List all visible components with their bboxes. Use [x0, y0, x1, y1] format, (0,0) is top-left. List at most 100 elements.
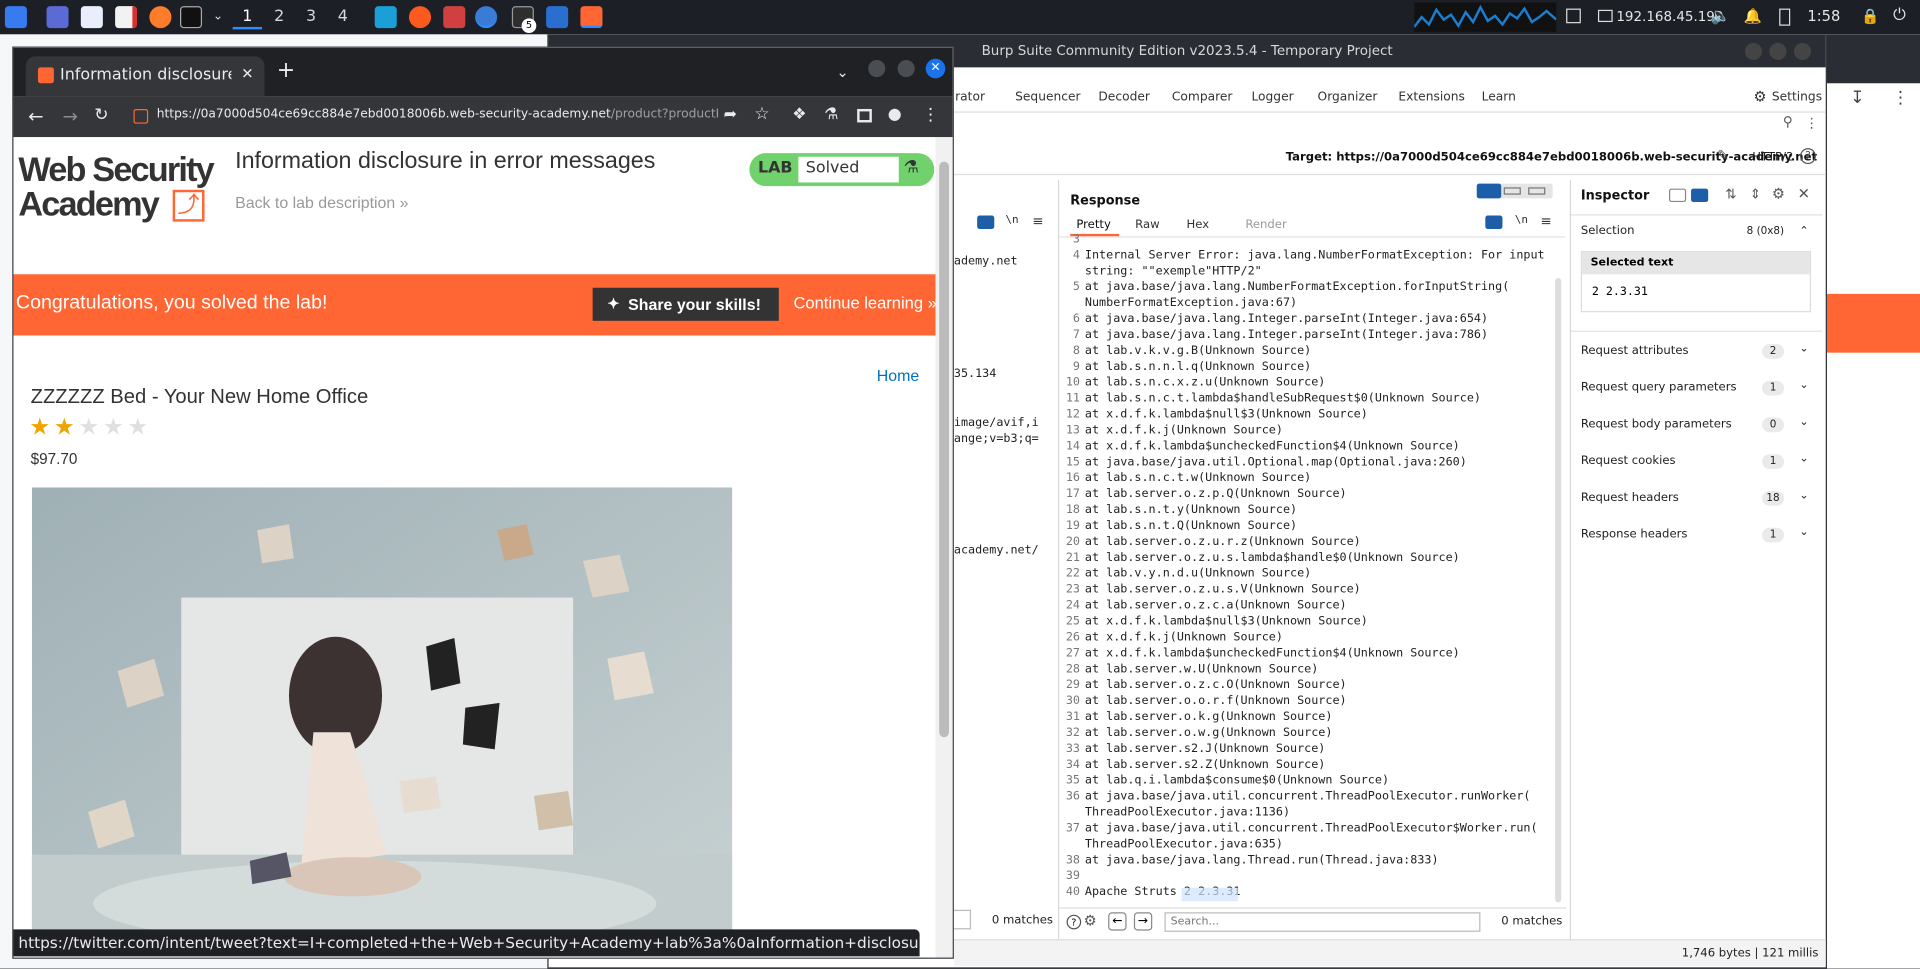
chevron-down-icon[interactable]: ⌄ — [1799, 334, 1808, 363]
gear-icon[interactable]: ⚙ — [1772, 185, 1785, 202]
selection-section[interactable]: Selection 8 (0x8) ⌃ — [1581, 217, 1811, 246]
tab-raw[interactable]: Raw — [1135, 218, 1159, 231]
request-search-input[interactable] — [953, 909, 972, 930]
share-icon[interactable]: ➦ — [724, 105, 737, 123]
chevron-down-icon[interactable]: ⌄ — [1799, 444, 1808, 473]
share-skills-button[interactable]: ✦ Share your skills! — [592, 287, 779, 321]
tab-search-icon[interactable]: ⌄ — [836, 64, 848, 81]
new-tab-button[interactable]: + — [277, 59, 295, 82]
kali-menu-icon[interactable] — [4, 6, 27, 29]
edit-icon[interactable]: ✎ — [1717, 147, 1729, 164]
text-editor-icon[interactable] — [115, 6, 138, 29]
remote-taskbar-icon[interactable] — [546, 6, 569, 29]
firefox-icon[interactable] — [149, 6, 172, 29]
tab-hex[interactable]: Hex — [1187, 218, 1210, 231]
burp-orange-taskbar-icon[interactable] — [580, 6, 603, 29]
search-icon[interactable]: ⚲ — [1783, 114, 1793, 130]
gear-icon[interactable]: ⚙ — [1753, 88, 1766, 105]
request-cookies-row[interactable]: Request cookies 1 ⌄ — [1581, 447, 1811, 476]
expand-icon[interactable]: ⇅ — [1725, 186, 1736, 202]
wsa-logo[interactable]: Web Security Academy ⤴ — [18, 152, 226, 226]
lock-icon[interactable]: 🔒 — [1861, 7, 1879, 24]
maximize-button[interactable] — [1769, 42, 1787, 61]
workspace-4[interactable]: 4 — [328, 5, 357, 29]
menu-icon[interactable]: ≡ — [1032, 213, 1043, 229]
tab-learn[interactable]: Learn — [1482, 91, 1516, 104]
firefox-taskbar-icon[interactable] — [408, 6, 432, 29]
list-view-icon[interactable] — [1668, 188, 1687, 203]
tab-render[interactable]: Render — [1245, 218, 1286, 231]
home-link[interactable]: Home — [877, 366, 919, 384]
request-attributes-row[interactable]: Request attributes 2 ⌄ — [1581, 337, 1811, 366]
lab-extension-icon[interactable]: ⚗ — [824, 105, 838, 123]
bookmark-star-icon[interactable]: ☆ — [754, 104, 769, 124]
chevron-down-icon[interactable]: ⌄ — [1799, 371, 1808, 400]
chrome-taskbar-icon[interactable] — [475, 6, 498, 29]
request-body-parameters-row[interactable]: Request body parameters 0 ⌄ — [1581, 410, 1811, 439]
download-icon[interactable]: ↧ — [1850, 88, 1864, 108]
response-headers-row[interactable]: Response headers 1 ⌄ — [1581, 520, 1811, 549]
page-scrollbar-track[interactable] — [935, 137, 953, 958]
browser-tab[interactable]: Information disclosure in e ✕ — [25, 56, 265, 97]
chevron-down-icon[interactable]: ⌄ — [1799, 518, 1808, 547]
request-headers-row[interactable]: Request headers 18 ⌄ — [1581, 484, 1811, 513]
burp-taskbar-icon[interactable] — [374, 6, 397, 29]
app-taskbar-icon[interactable] — [443, 6, 466, 29]
address-bar[interactable]: https://0a7000d504ce69cc884e7ebd0018006b… — [157, 108, 720, 121]
workspace-1[interactable]: 1 — [232, 5, 263, 30]
workspace-3[interactable]: 3 — [296, 5, 325, 29]
page-scrollbar-thumb[interactable] — [939, 161, 949, 738]
pretty-icon[interactable] — [1485, 215, 1503, 229]
file-manager-icon[interactable] — [80, 6, 103, 29]
more-icon[interactable]: ⋮ — [1805, 115, 1818, 131]
response-search-input[interactable] — [1164, 912, 1481, 932]
response-scrollbar[interactable] — [1555, 277, 1562, 903]
close-button[interactable] — [1793, 42, 1812, 61]
minimize-button[interactable] — [1744, 42, 1763, 61]
chevron-down-icon[interactable]: ⌄ — [1799, 481, 1808, 510]
settings-button[interactable]: Settings — [1772, 91, 1822, 104]
tab-organizer[interactable]: Organizer — [1318, 91, 1378, 104]
help-icon[interactable]: ? — [1066, 914, 1082, 930]
chevron-up-icon[interactable]: ⌃ — [1799, 217, 1808, 246]
window-icon[interactable] — [1566, 8, 1581, 24]
menu-icon[interactable]: ≡ — [1540, 213, 1551, 229]
selected-text-value[interactable]: 2 2.3.31 — [1592, 285, 1648, 298]
close-icon[interactable]: ✕ — [1798, 185, 1810, 202]
close-button[interactable]: ✕ — [925, 58, 946, 79]
gear-icon[interactable]: ⚙ — [1084, 912, 1097, 929]
tab-pretty[interactable]: Pretty — [1076, 218, 1111, 231]
power-icon[interactable]: ⏻ — [1893, 6, 1906, 24]
extensions-icon[interactable]: ❖ — [792, 105, 806, 123]
tab-extensions[interactable]: Extensions — [1398, 91, 1465, 104]
continue-learning-link[interactable]: Continue learning » — [793, 294, 935, 312]
forward-icon[interactable]: → — [62, 105, 77, 127]
tab-logger[interactable]: Logger — [1251, 91, 1293, 104]
tab-sequencer[interactable]: Sequencer — [1015, 91, 1080, 104]
tab-decoder[interactable]: Decoder — [1098, 91, 1150, 104]
chrome-menu-icon[interactable]: ⋮ — [922, 105, 939, 125]
side-panel-icon[interactable] — [857, 108, 872, 123]
tab-comparer[interactable]: Comparer — [1172, 91, 1233, 104]
panel-view-icon[interactable] — [1691, 188, 1709, 203]
more-icon[interactable]: ⋮ — [1892, 88, 1909, 108]
help-icon[interactable]: ? — [1800, 148, 1816, 165]
maximize-button[interactable] — [897, 60, 915, 78]
collapse-icon[interactable]: ⇕ — [1750, 186, 1761, 202]
workspace-2[interactable]: 2 — [264, 5, 293, 29]
newline-toggle[interactable]: \n — [1515, 214, 1528, 226]
minimize-button[interactable] — [868, 60, 886, 78]
close-tab-icon[interactable]: ✕ — [241, 65, 253, 82]
response-body[interactable]: 3 4 Internal Server Error: java.lang.Numb… — [1059, 231, 1554, 902]
show-desktop-icon[interactable] — [46, 6, 69, 29]
pretty-icon[interactable] — [977, 215, 995, 229]
next-match-button[interactable]: → — [1133, 912, 1153, 931]
tab-intruder[interactable]: rator — [955, 91, 985, 104]
bell-icon[interactable]: 🔔 — [1744, 7, 1762, 24]
back-icon[interactable]: ← — [28, 105, 43, 127]
request-query-parameters-row[interactable]: Request query parameters 1 ⌄ — [1581, 373, 1811, 402]
reload-icon[interactable]: ↻ — [94, 105, 108, 125]
http-version[interactable]: HTTP/2 — [1752, 151, 1793, 164]
prev-match-button[interactable]: ← — [1108, 912, 1127, 931]
volume-icon[interactable]: 🔈 — [1711, 7, 1731, 25]
